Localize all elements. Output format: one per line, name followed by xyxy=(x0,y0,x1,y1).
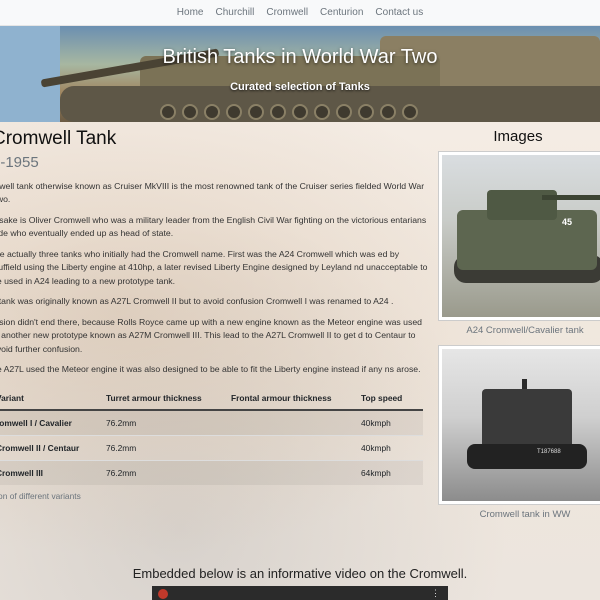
cromwell-cavalier-photo: 45 xyxy=(442,155,600,317)
table-header: Variant xyxy=(0,387,102,411)
table-header: Top speed xyxy=(357,387,423,411)
table-cell xyxy=(227,409,357,436)
table-header: Turret armour thickness xyxy=(102,387,227,411)
navbar: Home Churchill Cromwell Centurion Contac… xyxy=(0,0,600,26)
table-cell xyxy=(227,459,357,485)
article-paragraph: ere actually three tanks who initially h… xyxy=(0,248,428,286)
more-options-icon[interactable]: ⋮ xyxy=(431,588,440,599)
embedded-video[interactable]: ⋮ xyxy=(152,586,448,600)
nav-link-centurion[interactable]: Centurion xyxy=(320,7,363,18)
hero-tank-wheels xyxy=(160,104,418,120)
article-paragraph: mwell tank otherwise known as Cruiser Mk… xyxy=(0,180,425,205)
nav-link-cromwell[interactable]: Cromwell xyxy=(266,7,308,18)
table-row: Cromwell II / Centaur 76.2mm 40kmph xyxy=(0,434,423,461)
sidebar-title: Images xyxy=(493,128,543,145)
table-cell: Cromwell III xyxy=(0,459,102,485)
image-frame: T187688 xyxy=(438,345,600,505)
image-caption: Cromwell tank in WW xyxy=(479,509,571,520)
video-heading: Embedded below is an informative video o… xyxy=(132,566,468,581)
image-frame: 45 xyxy=(438,151,600,321)
table-cell xyxy=(227,434,357,461)
table-cell: 64kmph xyxy=(357,459,423,485)
table-caption: ison of different variants xyxy=(0,490,81,501)
hero-title: British Tanks in World War Two xyxy=(162,46,438,68)
table-cell: Cromwell II / Centaur xyxy=(0,434,102,461)
table-header: Frontal armour thickness xyxy=(227,387,357,411)
table-cell: 76.2mm xyxy=(102,409,227,436)
nav-link-home[interactable]: Home xyxy=(177,7,204,18)
nav-link-contact[interactable]: Contact us xyxy=(375,7,423,18)
hero-subtitle: Curated selection of Tanks xyxy=(230,81,370,93)
tank-registration: T187688 xyxy=(537,449,561,455)
table-cell: romwell I / Cavalier xyxy=(0,409,102,436)
article-title: Cromwell Tank xyxy=(0,128,117,149)
article-paragraph: he A27L used the Meteor engine it was al… xyxy=(0,364,421,375)
table-cell: 40kmph xyxy=(357,409,423,436)
table-cell: 40kmph xyxy=(357,434,423,461)
article-paragraph: e sake is Oliver Cromwell who was a mili… xyxy=(0,214,427,239)
article-paragraph: fusion didn't end there, because Rolls R… xyxy=(0,316,423,354)
nav-link-churchill[interactable]: Churchill xyxy=(215,7,254,18)
article-years: 4-1955 xyxy=(0,153,39,171)
article-paragraph: v tank was originally known as A27L Crom… xyxy=(0,296,394,307)
table-row: romwell I / Cavalier 76.2mm 40kmph xyxy=(0,409,423,436)
images-sidebar: Images 45 A24 Cromwell/Cavalier tank T18… xyxy=(438,128,600,520)
tank-number: 45 xyxy=(562,217,573,227)
table-cell: 76.2mm xyxy=(102,459,227,485)
hero-banner: British Tanks in World War Two Curated s… xyxy=(0,26,600,122)
hero-sky xyxy=(0,26,60,122)
cromwell-ww2-photo: T187688 xyxy=(442,349,600,501)
table-row: Cromwell III 76.2mm 64kmph xyxy=(0,459,423,485)
image-caption: A24 Cromwell/Cavalier tank xyxy=(466,325,584,336)
table-cell: 76.2mm xyxy=(102,434,227,461)
article: Cromwell Tank 4-1955 mwell tank otherwis… xyxy=(0,128,430,501)
table-header-row: Variant Turret armour thickness Frontal … xyxy=(0,387,423,411)
variants-table: Variant Turret armour thickness Frontal … xyxy=(0,387,423,485)
channel-icon xyxy=(158,589,168,599)
